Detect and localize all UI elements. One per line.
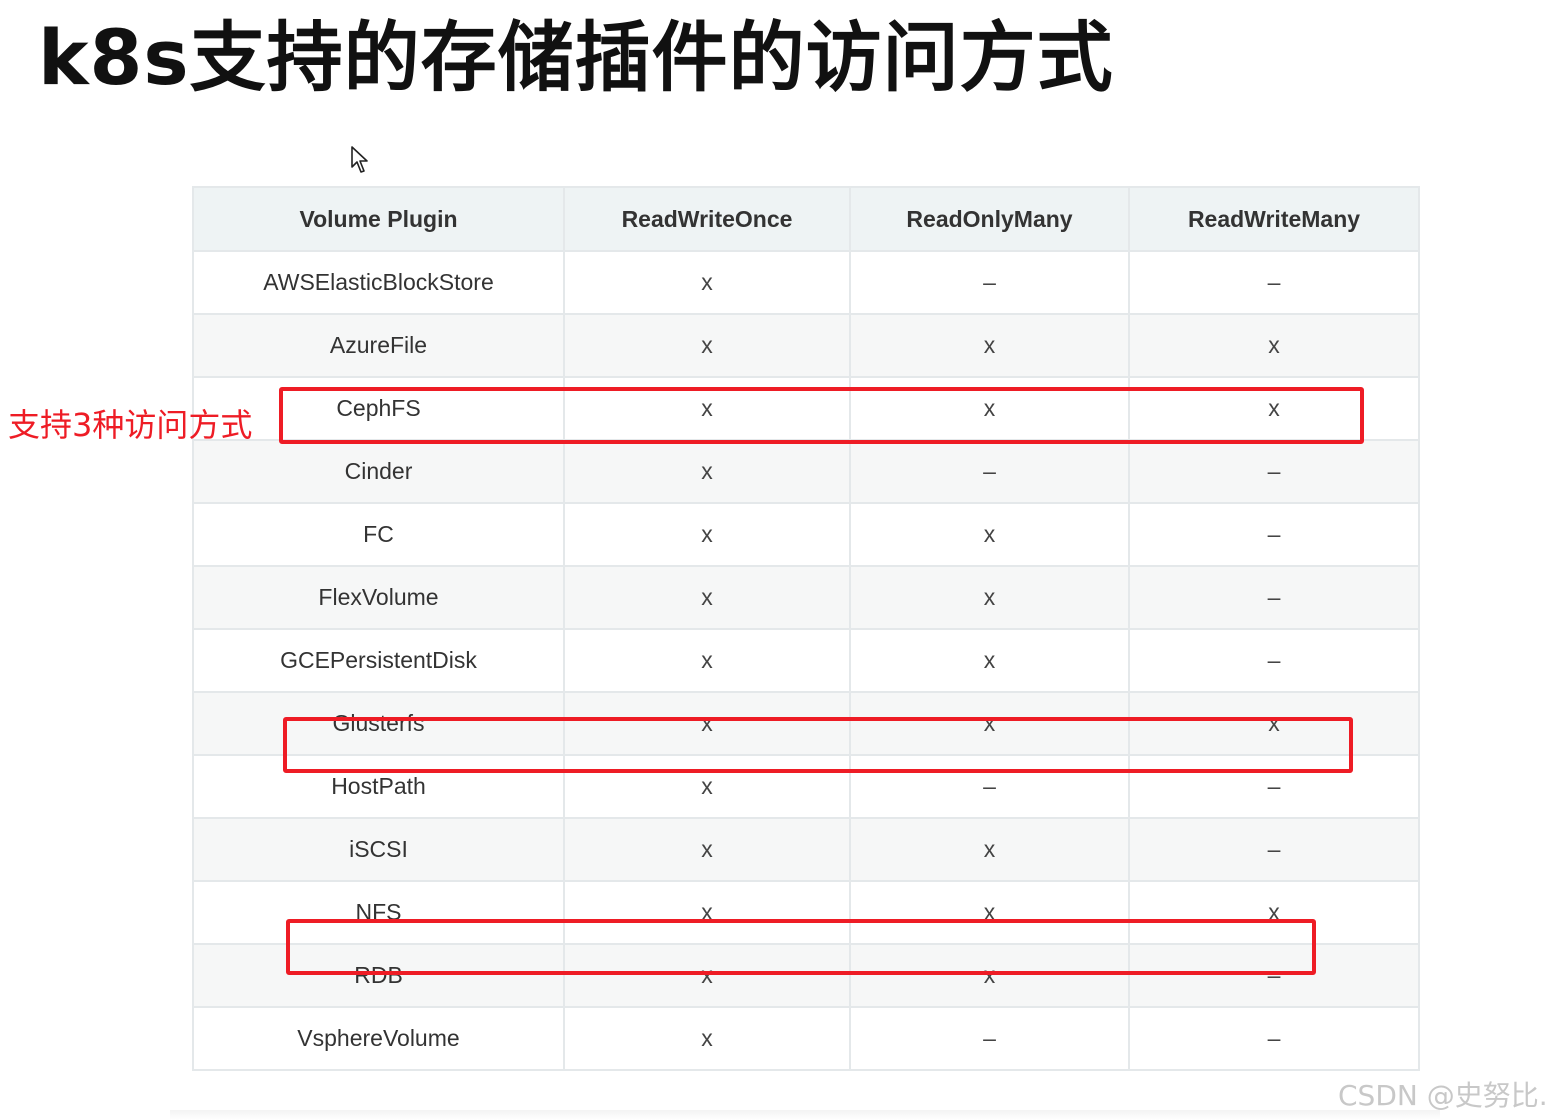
- plugin-name: FC: [192, 502, 565, 567]
- read-write-once-cell: x: [563, 250, 851, 315]
- annotation-label: 支持3种访问方式: [8, 406, 253, 444]
- plugin-name: AzureFile: [192, 313, 565, 378]
- read-write-many-cell: –: [1128, 502, 1420, 567]
- read-only-many-cell: x: [849, 565, 1130, 630]
- table-row: AWSElasticBlockStore x – –: [192, 250, 1420, 315]
- watermark: CSDN @史努比.: [1338, 1079, 1548, 1112]
- table-bottom-shadow: [170, 1110, 1440, 1120]
- highlight-box-nfs: [286, 919, 1316, 975]
- plugin-name: Cinder: [192, 439, 565, 504]
- read-write-once-cell: x: [563, 817, 851, 882]
- read-write-once-cell: x: [563, 502, 851, 567]
- read-only-many-cell: x: [849, 313, 1130, 378]
- plugin-name: AWSElasticBlockStore: [192, 250, 565, 315]
- table-row: iSCSI x x –: [192, 817, 1420, 882]
- slide: k8s支持的存储插件的访问方式 Volume Plugin ReadWriteO…: [0, 0, 1555, 1120]
- read-write-many-cell: –: [1128, 250, 1420, 315]
- read-only-many-cell: x: [849, 628, 1130, 693]
- read-only-many-cell: –: [849, 1006, 1130, 1071]
- table-row: Cinder x – –: [192, 439, 1420, 504]
- page-title: k8s支持的存储插件的访问方式: [38, 13, 1114, 102]
- highlight-box-glusterfs: [283, 717, 1353, 773]
- read-only-many-cell: x: [849, 817, 1130, 882]
- read-write-many-cell: –: [1128, 1006, 1420, 1071]
- mouse-pointer-icon: [351, 146, 368, 173]
- header-read-write-many: ReadWriteMany: [1128, 186, 1420, 252]
- read-write-once-cell: x: [563, 439, 851, 504]
- read-write-many-cell: –: [1128, 817, 1420, 882]
- table-header-row: Volume Plugin ReadWriteOnce ReadOnlyMany…: [192, 186, 1420, 252]
- table-row: FC x x –: [192, 502, 1420, 567]
- read-only-many-cell: –: [849, 250, 1130, 315]
- read-write-once-cell: x: [563, 1006, 851, 1071]
- read-write-once-cell: x: [563, 313, 851, 378]
- read-only-many-cell: x: [849, 502, 1130, 567]
- table-row: VsphereVolume x – –: [192, 1006, 1420, 1071]
- header-read-write-once: ReadWriteOnce: [563, 186, 851, 252]
- read-write-many-cell: –: [1128, 565, 1420, 630]
- table-row: GCEPersistentDisk x x –: [192, 628, 1420, 693]
- read-only-many-cell: –: [849, 439, 1130, 504]
- plugin-name: GCEPersistentDisk: [192, 628, 565, 693]
- header-read-only-many: ReadOnlyMany: [849, 186, 1130, 252]
- header-volume-plugin: Volume Plugin: [192, 186, 565, 252]
- read-write-many-cell: –: [1128, 628, 1420, 693]
- read-write-once-cell: x: [563, 565, 851, 630]
- read-write-once-cell: x: [563, 628, 851, 693]
- plugin-name: iSCSI: [192, 817, 565, 882]
- table-row: FlexVolume x x –: [192, 565, 1420, 630]
- read-write-many-cell: x: [1128, 313, 1420, 378]
- read-write-many-cell: –: [1128, 439, 1420, 504]
- table-row: AzureFile x x x: [192, 313, 1420, 378]
- highlight-box-cephfs: [279, 387, 1364, 444]
- plugin-name: VsphereVolume: [192, 1006, 565, 1071]
- plugin-name: FlexVolume: [192, 565, 565, 630]
